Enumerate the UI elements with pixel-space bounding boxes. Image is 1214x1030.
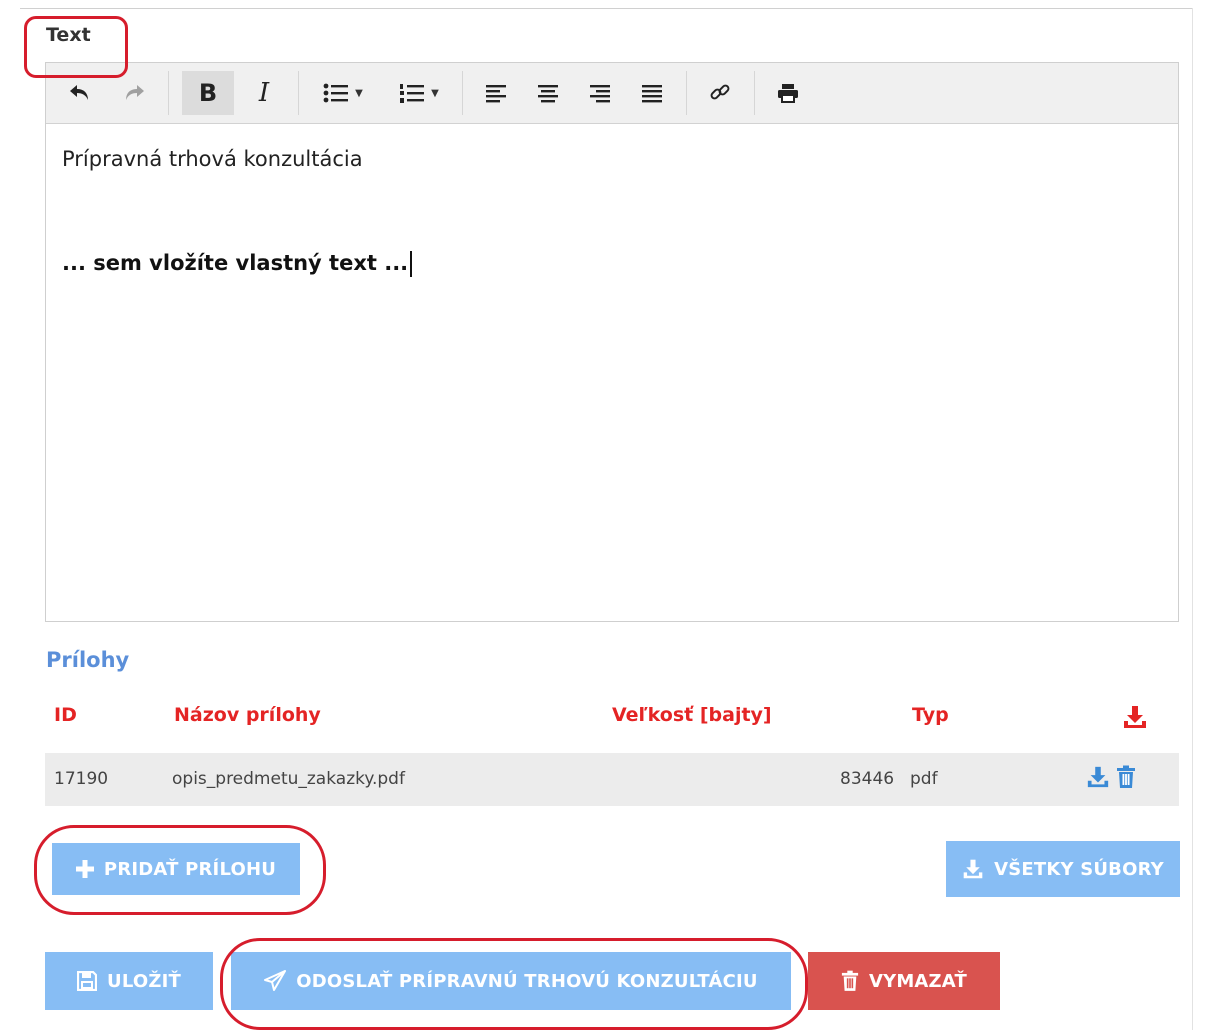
toolbar-separator: [462, 71, 463, 115]
rich-text-editor: B I ▼ ▼ Prípravná trhová konzultácia ...…: [45, 62, 1179, 622]
attachment-type: pdf: [910, 769, 938, 789]
plus-icon: [75, 860, 94, 878]
delete-label: VYMAZAŤ: [868, 970, 968, 992]
top-divider: [20, 8, 1192, 9]
attachments-title: Prílohy: [46, 648, 130, 672]
editor-label: Text: [46, 24, 91, 46]
toolbar-separator: [298, 71, 299, 115]
undo-button[interactable]: [58, 71, 102, 115]
save-icon: [77, 971, 97, 991]
italic-button[interactable]: I: [240, 71, 288, 115]
toolbar-separator: [168, 71, 169, 115]
numbered-list-button[interactable]: ▼: [386, 71, 452, 115]
delete-button[interactable]: VYMAZAŤ: [808, 952, 1000, 1010]
editor-toolbar: B I ▼ ▼: [46, 63, 1178, 124]
column-header-id[interactable]: ID: [54, 704, 77, 726]
download-icon: [1124, 706, 1146, 728]
chevron-down-icon: ▼: [431, 87, 439, 99]
column-header-name[interactable]: Názov prílohy: [174, 704, 321, 726]
add-attachment-label: PRIDAŤ PRÍLOHU: [103, 858, 277, 880]
send-consultation-button[interactable]: ODOSLAŤ PRÍPRAVNÚ TRHOVÚ KONZULTÁCIU: [231, 952, 791, 1010]
text-cursor: [410, 251, 413, 277]
print-icon: [778, 84, 798, 103]
save-button[interactable]: ULOŽIŤ: [45, 952, 213, 1010]
trash-icon: [841, 970, 859, 991]
bullet-list-button[interactable]: ▼: [310, 71, 376, 115]
editor-text-line: Prípravná trhová konzultácia: [62, 147, 363, 171]
align-center-button[interactable]: [526, 71, 570, 115]
save-label: ULOŽIŤ: [107, 970, 181, 992]
print-button[interactable]: [766, 71, 810, 115]
bullet-list-icon: [323, 83, 349, 103]
align-left-icon: [486, 85, 506, 103]
bold-button[interactable]: B: [182, 71, 234, 115]
editor-text-line-bold: ... sem vložíte vlastný text ...: [62, 251, 409, 275]
align-justify-button[interactable]: [630, 71, 674, 115]
attachment-id: 17190: [54, 769, 109, 789]
download-icon: [1087, 766, 1109, 788]
numbered-list-icon: [400, 84, 425, 103]
download-all-header-button[interactable]: [1122, 704, 1150, 732]
redo-icon: [126, 85, 144, 100]
link-icon: [710, 84, 730, 100]
editor-content-area[interactable]: Prípravná trhová konzultácia ... sem vlo…: [62, 145, 1162, 277]
download-icon: [963, 859, 983, 879]
all-files-button[interactable]: VŠETKY SÚBORY: [946, 841, 1180, 897]
download-attachment-button[interactable]: [1086, 765, 1110, 793]
chevron-down-icon: ▼: [355, 87, 363, 99]
align-left-button[interactable]: [474, 71, 518, 115]
align-right-button[interactable]: [578, 71, 622, 115]
align-right-icon: [590, 85, 610, 103]
attachment-name: opis_predmetu_zakazky.pdf: [172, 769, 405, 789]
all-files-label: VŠETKY SÚBORY: [994, 858, 1164, 880]
delete-attachment-button[interactable]: [1116, 765, 1136, 793]
send-consultation-label: ODOSLAŤ PRÍPRAVNÚ TRHOVÚ KONZULTÁCIU: [296, 970, 758, 992]
column-header-type[interactable]: Typ: [912, 704, 949, 726]
trash-icon: [1117, 765, 1135, 788]
align-justify-icon: [642, 85, 662, 103]
toolbar-separator: [686, 71, 687, 115]
row-actions: [1086, 764, 1136, 794]
undo-icon: [70, 85, 88, 100]
toolbar-separator: [754, 71, 755, 115]
align-center-icon: [538, 85, 558, 103]
insert-link-button[interactable]: [698, 71, 742, 115]
editor-text-paragraph: ... sem vložíte vlastný text ...: [62, 249, 1162, 277]
redo-button[interactable]: [112, 71, 156, 115]
column-header-size[interactable]: Veľkosť [bajty]: [612, 704, 772, 726]
attachment-size: 83446: [840, 769, 895, 789]
right-divider: [1192, 8, 1193, 1030]
add-attachment-button[interactable]: PRIDAŤ PRÍLOHU: [52, 843, 300, 895]
paper-plane-icon: [264, 970, 287, 991]
